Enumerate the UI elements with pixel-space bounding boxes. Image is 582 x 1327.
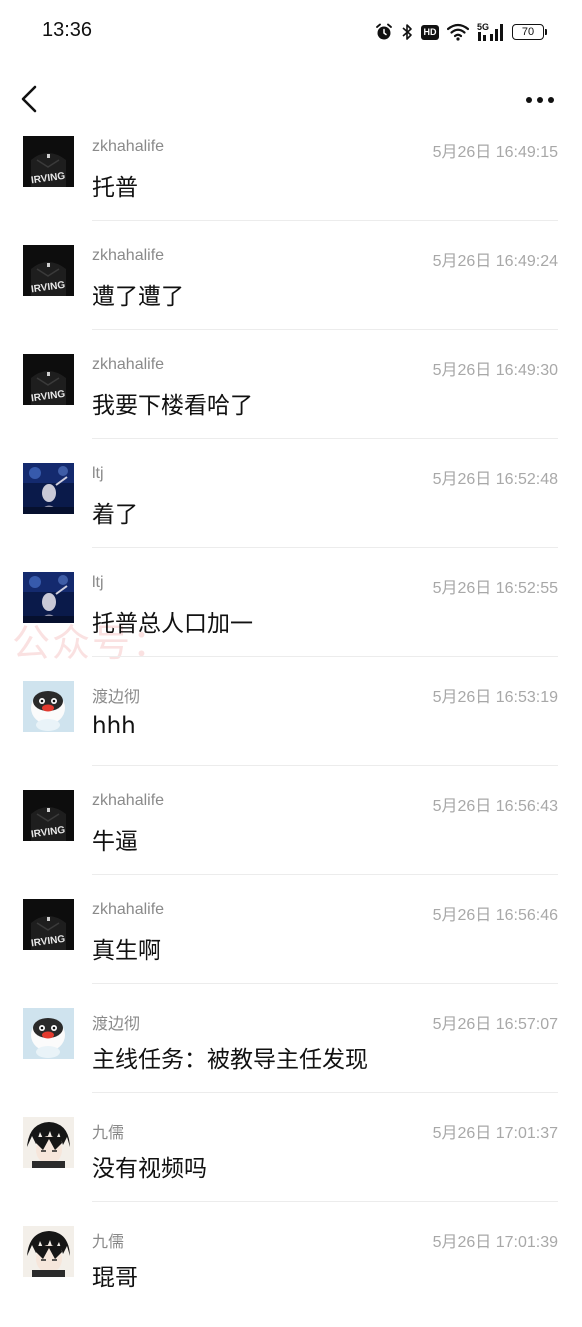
- sender-name: zkhahalife: [92, 138, 165, 155]
- message-timestamp: 5月26日 17:01:37: [432, 1125, 558, 1142]
- penguin-avatar[interactable]: [23, 1008, 74, 1059]
- divider: [92, 765, 558, 766]
- network-type: 5G: [476, 22, 489, 32]
- message-text: 牛逼: [92, 829, 138, 855]
- status-time: 13:36: [42, 19, 93, 41]
- message-timestamp: 5月26日 16:49:15: [432, 144, 558, 161]
- irving-avatar[interactable]: IRVING: [23, 245, 74, 296]
- divider: [92, 329, 558, 330]
- message-text: 遭了遭了: [92, 284, 184, 310]
- message-item[interactable]: 九儒 5月26日 17:01:39 琨哥: [0, 1218, 582, 1327]
- sender-name: 渡边彻: [92, 1016, 141, 1033]
- irving-avatar[interactable]: IRVING: [23, 354, 74, 405]
- message-timestamp: 5月26日 16:56:46: [432, 907, 558, 924]
- message-item[interactable]: IRVING zkhahalife 5月26日 16:56:46 真生啊: [0, 891, 582, 1000]
- message-timestamp: 5月26日 16:49:24: [432, 253, 558, 270]
- concert-avatar[interactable]: [23, 572, 74, 623]
- message-timestamp: 5月26日 17:01:39: [432, 1234, 558, 1251]
- divider: [92, 1201, 558, 1202]
- message-item[interactable]: ltj 5月26日 16:52:48 着了: [0, 455, 582, 564]
- sender-name: 九儒: [92, 1234, 125, 1251]
- divider: [92, 874, 558, 875]
- message-item[interactable]: IRVING zkhahalife 5月26日 16:49:24 遭了遭了: [0, 237, 582, 346]
- more-icon: [526, 97, 554, 103]
- message-list: IRVING zkhahalife 5月26日 16:49:15 托普 IRVI…: [0, 128, 582, 1327]
- message-item[interactable]: 渡边彻 5月26日 16:53:19 hhh: [0, 673, 582, 782]
- message-timestamp: 5月26日 16:52:48: [432, 471, 558, 488]
- divider: [92, 1092, 558, 1093]
- concert-avatar[interactable]: [23, 463, 74, 514]
- more-button[interactable]: [522, 86, 558, 114]
- message-timestamp: 5月26日 16:57:07: [432, 1016, 558, 1033]
- message-text: hhh: [92, 713, 136, 739]
- message-text: 着了: [92, 502, 138, 528]
- message-timestamp: 5月26日 16:52:55: [432, 580, 558, 597]
- irving-avatar[interactable]: IRVING: [23, 790, 74, 841]
- wifi-icon: [446, 23, 469, 41]
- sender-name: 九儒: [92, 1125, 125, 1142]
- message-text: 托普: [92, 175, 138, 201]
- sender-name: zkhahalife: [92, 247, 165, 264]
- anime-avatar[interactable]: [23, 1117, 74, 1168]
- message-item[interactable]: 渡边彻 5月26日 16:57:07 主线任务：被教导主任发现: [0, 1000, 582, 1109]
- divider: [92, 656, 558, 657]
- message-text: 没有视频吗: [92, 1156, 207, 1182]
- sender-name: zkhahalife: [92, 901, 165, 918]
- message-text: 托普总人口加一: [92, 611, 253, 637]
- divider: [92, 983, 558, 984]
- chevron-left-icon: [21, 85, 37, 113]
- message-item[interactable]: IRVING zkhahalife 5月26日 16:49:30 我要下楼看哈了: [0, 346, 582, 455]
- signal-icon: [490, 23, 504, 41]
- message-text: 主线任务：被教导主任发现: [92, 1047, 368, 1073]
- message-item[interactable]: IRVING zkhahalife 5月26日 16:49:15 托普: [0, 128, 582, 237]
- sender-name: ltj: [92, 574, 104, 591]
- anime-avatar[interactable]: [23, 1226, 74, 1277]
- divider: [92, 547, 558, 548]
- message-text: 真生啊: [92, 938, 161, 964]
- bluetooth-icon: [401, 23, 413, 41]
- battery-icon: 70: [512, 24, 547, 40]
- signal-group: 5G: [477, 23, 504, 41]
- message-item[interactable]: 九儒 5月26日 17:01:37 没有视频吗: [0, 1109, 582, 1218]
- alarm-icon: [375, 23, 393, 41]
- sender-name: ltj: [92, 465, 104, 482]
- message-item[interactable]: ltj 5月26日 16:52:55 托普总人口加一: [0, 564, 582, 673]
- message-text: 我要下楼看哈了: [92, 393, 253, 419]
- sender-name: 渡边彻: [92, 689, 141, 706]
- divider: [92, 438, 558, 439]
- message-timestamp: 5月26日 16:53:19: [432, 689, 558, 706]
- sender-name: zkhahalife: [92, 356, 165, 373]
- irving-avatar[interactable]: IRVING: [23, 899, 74, 950]
- message-timestamp: 5月26日 16:49:30: [432, 362, 558, 379]
- hd-badge: HD: [420, 24, 439, 40]
- penguin-avatar[interactable]: [23, 681, 74, 732]
- back-button[interactable]: [14, 82, 48, 116]
- sender-name: zkhahalife: [92, 792, 165, 809]
- irving-avatar[interactable]: IRVING: [23, 136, 74, 187]
- message-item[interactable]: IRVING zkhahalife 5月26日 16:56:43 牛逼: [0, 782, 582, 891]
- status-icons: HD 5G 70: [375, 20, 547, 44]
- message-text: 琨哥: [92, 1265, 138, 1291]
- message-timestamp: 5月26日 16:56:43: [432, 798, 558, 815]
- divider: [92, 220, 558, 221]
- status-bar: 13:36 HD 5G 70: [0, 0, 582, 64]
- nav-bar: [0, 72, 582, 128]
